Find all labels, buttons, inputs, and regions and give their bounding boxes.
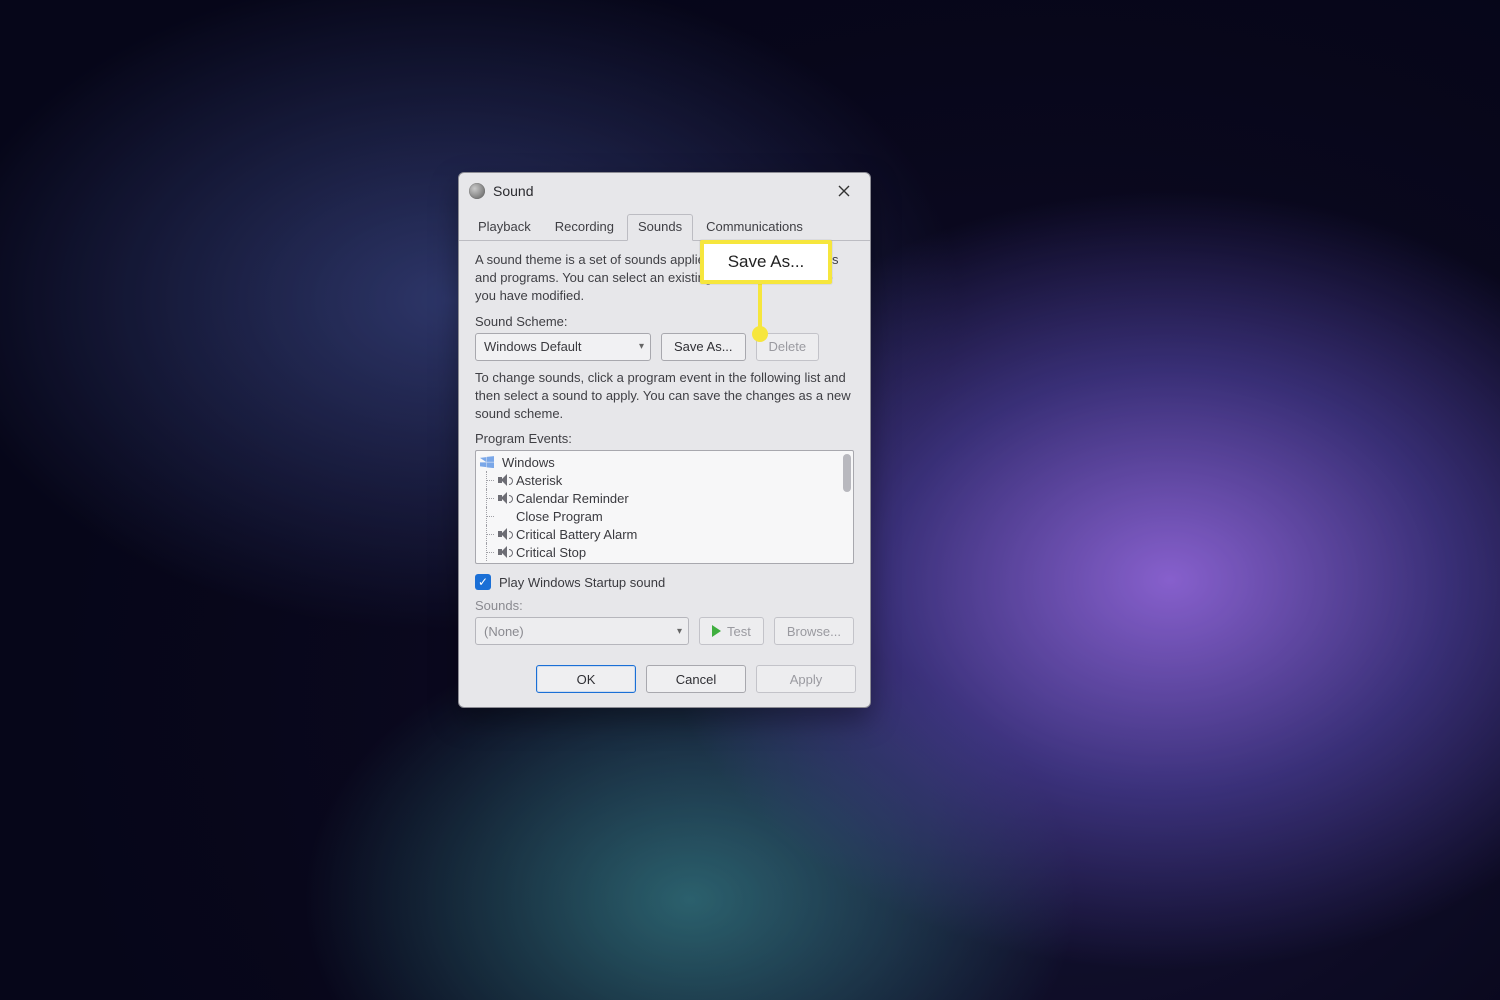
annotation-line	[758, 280, 762, 330]
events-label: Program Events:	[475, 431, 854, 446]
apply-button[interactable]: Apply	[756, 665, 856, 693]
close-button[interactable]	[826, 179, 862, 203]
desktop-background: Sound Playback Recording Sounds Communic…	[0, 0, 1500, 1000]
scheme-label: Sound Scheme:	[475, 314, 854, 329]
annotation-dot	[752, 326, 768, 342]
tab-strip: Playback Recording Sounds Communications	[459, 207, 870, 241]
speaker-icon	[498, 492, 512, 504]
sounds-value: (None)	[484, 624, 524, 639]
startup-sound-checkbox[interactable]: ✓	[475, 574, 491, 590]
window-title: Sound	[493, 183, 533, 199]
list-item[interactable]: Close Program	[480, 507, 849, 525]
scheme-value: Windows Default	[484, 339, 582, 354]
speaker-icon	[498, 546, 512, 558]
tab-recording[interactable]: Recording	[544, 214, 625, 241]
cancel-button[interactable]: Cancel	[646, 665, 746, 693]
tab-playback[interactable]: Playback	[467, 214, 542, 241]
titlebar[interactable]: Sound	[459, 173, 870, 207]
test-button[interactable]: Test	[699, 617, 764, 645]
tree-root[interactable]: Windows	[480, 453, 849, 471]
save-as-button[interactable]: Save As...	[661, 333, 746, 361]
scheme-dropdown[interactable]: Windows Default ▾	[475, 333, 651, 361]
events-description: To change sounds, click a program event …	[475, 369, 854, 424]
play-icon	[712, 625, 721, 637]
browse-button[interactable]: Browse...	[774, 617, 854, 645]
tab-communications[interactable]: Communications	[695, 214, 814, 241]
program-events-list[interactable]: Windows Asterisk Calendar Reminder	[475, 450, 854, 564]
chevron-down-icon: ▾	[639, 341, 644, 352]
sounds-label: Sounds:	[475, 598, 854, 613]
dialog-footer: OK Cancel Apply	[459, 657, 870, 707]
chevron-down-icon: ▾	[677, 626, 682, 637]
list-item[interactable]: Critical Stop	[480, 543, 849, 561]
startup-sound-label: Play Windows Startup sound	[499, 575, 665, 590]
speaker-icon	[498, 474, 512, 486]
sounds-dropdown[interactable]: (None) ▾	[475, 617, 689, 645]
speaker-icon	[498, 528, 512, 540]
windows-icon	[480, 456, 494, 468]
list-item[interactable]: Critical Battery Alarm	[480, 525, 849, 543]
scrollbar-thumb[interactable]	[843, 454, 851, 492]
list-item[interactable]: Asterisk	[480, 471, 849, 489]
annotation-callout: Save As...	[700, 240, 832, 284]
tab-sounds[interactable]: Sounds	[627, 214, 693, 241]
sound-app-icon	[469, 183, 485, 199]
list-item[interactable]: Calendar Reminder	[480, 489, 849, 507]
ok-button[interactable]: OK	[536, 665, 636, 693]
